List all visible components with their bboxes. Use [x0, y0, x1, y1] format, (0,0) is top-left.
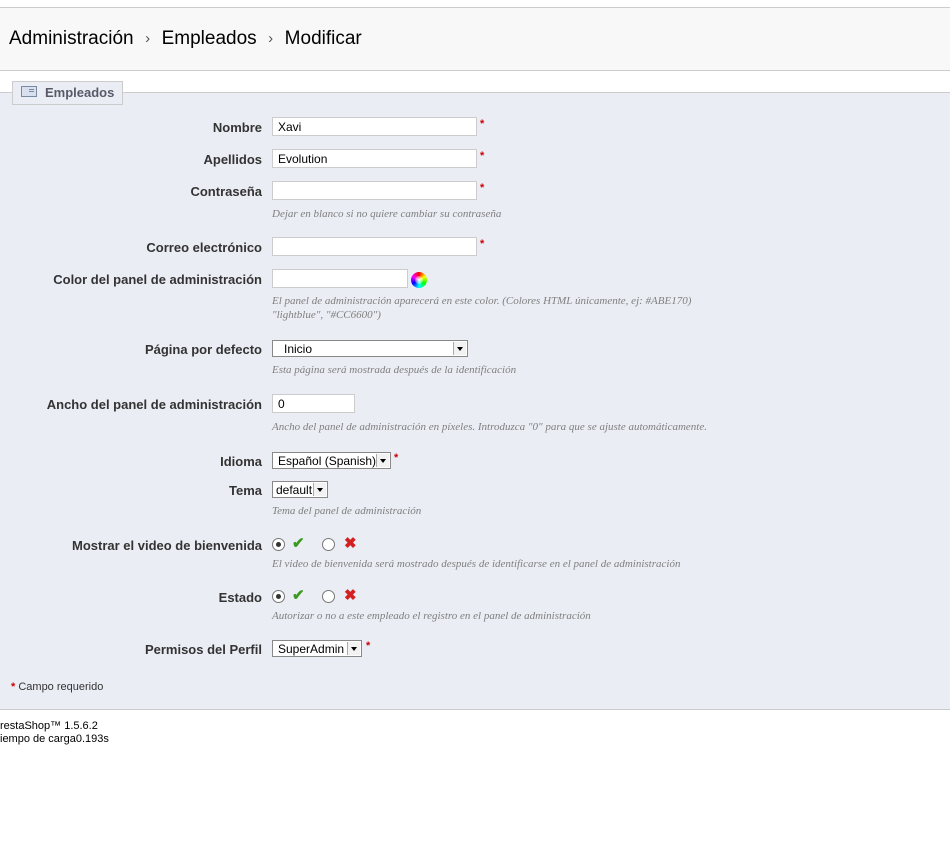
ancho-label: Ancho del panel de administración — [46, 397, 262, 412]
check-icon: ✔ — [292, 535, 305, 552]
nombre-input[interactable]: Xavi — [272, 117, 477, 136]
ancho-input[interactable]: 0 — [272, 394, 355, 413]
estado-yes-radio[interactable] — [272, 590, 285, 603]
correo-input[interactable] — [272, 237, 477, 256]
permisos-select-value: SuperAdmin — [278, 642, 345, 656]
idioma-label: Idioma — [220, 454, 262, 469]
apellidos-input[interactable]: Evolution — [272, 149, 477, 168]
chevron-down-icon — [347, 642, 360, 655]
pagina-select[interactable]: Inicio — [272, 340, 468, 357]
fieldset-legend: Empleados — [12, 81, 124, 105]
tema-help: Tema del panel de administración — [272, 505, 422, 517]
chevron-down-icon — [376, 454, 389, 467]
footer-version: restaShop™ 1.5.6.2 — [0, 720, 98, 732]
estado-label: Estado — [218, 590, 262, 605]
cross-icon: ✖ — [344, 587, 357, 604]
idioma-select[interactable]: Español (Spanish) — [272, 452, 391, 469]
required-marker: * — [480, 238, 485, 250]
pagina-help: Esta página será mostrada después de la … — [272, 364, 517, 376]
permisos-label: Permisos del Perfil — [144, 642, 262, 657]
correo-label: Correo electrónico — [146, 240, 262, 255]
check-icon: ✔ — [292, 587, 305, 604]
color-help-line1: El panel de administración aparecerá en … — [272, 295, 692, 307]
apellidos-label: Apellidos — [203, 152, 262, 167]
tema-select-value: default — [276, 483, 313, 497]
required-marker: * — [480, 150, 485, 162]
legend-label: Empleados — [45, 85, 115, 100]
contrasena-help: Dejar en blanco si no quiere cambiar su … — [272, 208, 502, 220]
pagina-select-value: Inicio — [284, 342, 313, 356]
estado-help: Autorizar o no a este empleado el regist… — [272, 610, 591, 622]
breadcrumb-separator-icon: › — [145, 30, 151, 47]
contrasena-label: Contraseña — [190, 184, 262, 199]
breadcrumb-item-empleados[interactable]: Empleados — [162, 28, 257, 50]
footer-load-time: iempo de carga0.193s — [0, 733, 109, 745]
color-wheel-icon[interactable] — [411, 272, 427, 288]
breadcrumb-item-administracion[interactable]: Administración — [9, 28, 134, 50]
nombre-label: Nombre — [212, 120, 262, 135]
tema-select[interactable]: default — [272, 481, 328, 498]
required-note-text: Campo requerido — [18, 681, 104, 693]
employee-card-icon — [21, 86, 37, 97]
required-marker: * — [480, 182, 485, 194]
required-marker: * — [480, 118, 485, 130]
idioma-select-value: Español (Spanish) — [278, 454, 377, 468]
tema-label: Tema — [229, 483, 262, 498]
chevron-down-icon — [453, 342, 466, 355]
chevron-down-icon — [313, 483, 326, 496]
estado-no-radio[interactable] — [322, 590, 335, 603]
video-yes-radio[interactable] — [272, 538, 285, 551]
required-note: * Campo requerido — [11, 681, 103, 693]
required-marker: * — [366, 640, 371, 652]
breadcrumb-bar: Administración › Empleados › Modificar — [0, 8, 950, 71]
video-no-radio[interactable] — [322, 538, 335, 551]
breadcrumb-separator-icon: › — [268, 30, 274, 47]
cross-icon: ✖ — [344, 535, 357, 552]
ancho-help: Ancho del panel de administración en píx… — [272, 421, 707, 433]
color-label: Color del panel de administración — [53, 272, 262, 287]
breadcrumb-item-modificar: Modificar — [284, 28, 362, 49]
contrasena-input[interactable] — [272, 181, 477, 200]
required-marker: * — [394, 452, 399, 464]
breadcrumb: Administración › Empleados › Modificar — [9, 28, 362, 50]
permisos-select[interactable]: SuperAdmin — [272, 640, 362, 657]
required-marker: * — [11, 681, 16, 693]
color-help-line2: "lightblue", "#CC6600") — [272, 309, 381, 321]
video-help: El video de bienvenida será mostrado des… — [272, 558, 681, 570]
color-input[interactable] — [272, 269, 408, 288]
video-label: Mostrar el video de bienvenida — [72, 538, 262, 553]
pagina-label: Página por defecto — [144, 342, 262, 357]
